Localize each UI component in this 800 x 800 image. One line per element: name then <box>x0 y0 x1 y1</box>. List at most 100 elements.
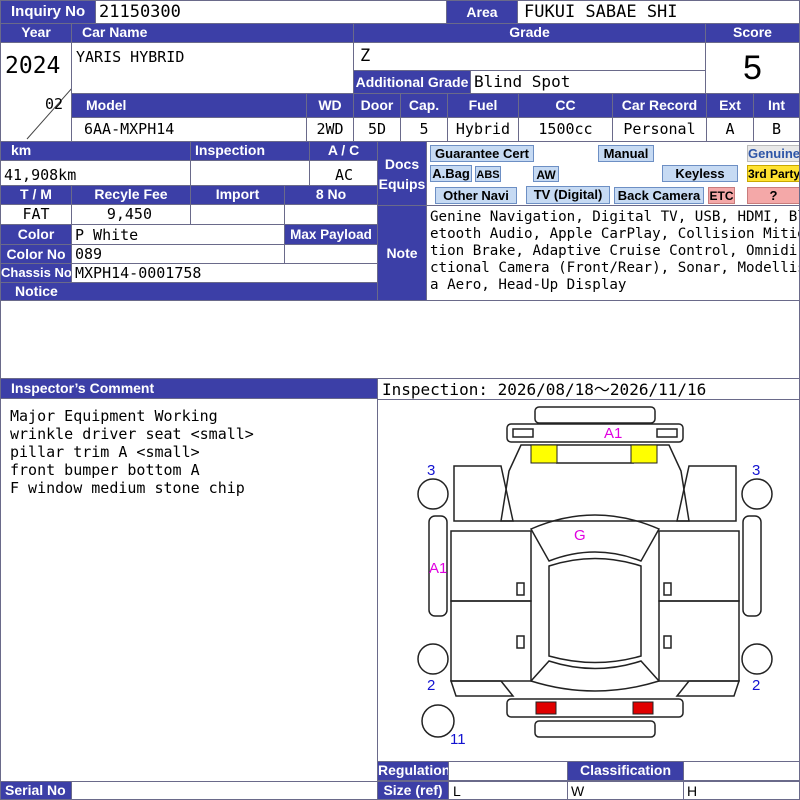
mark-2-left: 2 <box>427 677 436 694</box>
mark-11: 11 <box>450 731 466 748</box>
equip-genuine: Genuine <box>747 145 800 162</box>
month-value: 02 <box>45 95 64 113</box>
year-label: Year <box>0 23 72 43</box>
equip-guarantee-cert: Guarantee Cert <box>430 145 534 162</box>
serial-value <box>71 781 378 800</box>
grade-label: Grade <box>353 23 706 43</box>
equip-aw: AW <box>533 166 559 182</box>
area-value: FUKUI SABAE SHI <box>517 0 800 24</box>
mark-a1-front: A1 <box>604 425 623 442</box>
cap-label: Cap. <box>400 93 448 118</box>
max-payload-label: Max Payload <box>284 224 378 245</box>
color-value: P White <box>71 224 285 245</box>
tm-value: FAT <box>0 204 72 225</box>
note-line: ctional Camera (Front/Rear), Sonar, Mode… <box>430 260 800 276</box>
wd-label: WD <box>306 93 354 118</box>
notice-label: Notice <box>0 282 378 301</box>
recycle-label: Recyle Fee <box>71 185 191 205</box>
score-label: Score <box>705 23 800 43</box>
comment-line: pillar trim A <small> <box>10 443 200 461</box>
door-label: Door <box>353 93 401 118</box>
ext-label: Ext <box>706 93 754 118</box>
regulation-label: Regulation <box>377 761 449 781</box>
import-value <box>190 204 285 225</box>
ac-value: AC <box>309 160 378 186</box>
additional-grade-value: Blind Spot <box>470 70 706 94</box>
mark-g-roof: G <box>574 527 586 544</box>
max-payload-value <box>284 244 378 264</box>
score-value: 5 <box>705 42 800 94</box>
cap-value: 5 <box>400 117 448 142</box>
year-box: 2024 02 <box>0 42 72 142</box>
equip-other-navi: Other Navi <box>435 187 517 204</box>
door-value: 5D <box>353 117 401 142</box>
fuel-label: Fuel <box>447 93 519 118</box>
color-no-label: Color No <box>0 244 72 264</box>
equip-etc: ETC <box>708 187 735 204</box>
equip-third-party: 3rd Party <box>747 165 800 182</box>
inquiry-number: 21150300 <box>95 0 447 24</box>
docs-label-line1: Docs <box>384 156 420 172</box>
note-line: tion Brake, Adaptive Cruise Control, Omn… <box>430 243 800 259</box>
cc-value: 1500cc <box>518 117 613 142</box>
inspection-value <box>190 160 310 186</box>
grade-value: Z <box>353 42 706 71</box>
car-record-value: Personal <box>612 117 707 142</box>
inspection-period: Inspection: 2026/08/18〜2026/11/16 <box>377 378 800 400</box>
recycle-value: 9,450 <box>71 204 191 225</box>
equip-tv-digital: TV (Digital) <box>526 186 610 204</box>
size-h: H <box>683 781 800 800</box>
notice-area <box>0 300 800 379</box>
inspector-comment-text: Major Equipment Working wrinkle driver s… <box>0 398 378 782</box>
equipment-panel: Guarantee Cert Manual Genuine A.Bag ABS … <box>426 141 800 206</box>
note-line: Genine Navigation, Digital TV, USB, HDMI… <box>430 209 800 225</box>
cc-label: CC <box>518 93 613 118</box>
size-l: L <box>448 781 568 800</box>
car-diagram-panel: A1 G A1 3 3 2 2 11 <box>377 399 800 762</box>
color-label: Color <box>0 224 72 245</box>
equip-abs: ABS <box>475 166 501 182</box>
model-value: 6AA-MXPH14 <box>71 117 307 142</box>
size-w: W <box>567 781 684 800</box>
docs-label-line2: Equips <box>378 176 426 192</box>
docs-equips-label: Docs Equips <box>377 141 427 206</box>
size-label: Size (ref) <box>377 781 449 800</box>
car-name-label: Car Name <box>71 23 354 43</box>
chassis-label: Chassis No <box>0 263 72 283</box>
tm-label: T / M <box>0 185 72 205</box>
eight-no-value <box>284 204 378 225</box>
equip-keyless: Keyless <box>662 165 738 182</box>
note-line: etooth Audio, Apple CarPlay, Collision M… <box>430 226 800 242</box>
mark-3-right: 3 <box>752 462 761 479</box>
additional-grade-label: Additional Grade <box>353 70 471 94</box>
car-diagram <box>417 406 773 738</box>
car-record-label: Car Record <box>612 93 707 118</box>
equip-airbag: A.Bag <box>430 165 472 182</box>
int-value: B <box>753 117 800 142</box>
note-line: a Aero, Head-Up Display <box>430 277 627 293</box>
year-value: 2024 <box>5 53 61 79</box>
equip-manual: Manual <box>598 145 654 162</box>
eight-no-label: 8 No <box>284 185 378 205</box>
regulation-value <box>448 761 568 781</box>
classification-label: Classification <box>567 761 684 781</box>
chassis-value: MXPH14-0001758 <box>71 263 378 283</box>
fuel-value: Hybrid <box>447 117 519 142</box>
ext-value: A <box>706 117 754 142</box>
note-label: Note <box>377 205 427 301</box>
int-label: Int <box>753 93 800 118</box>
import-label: Import <box>190 185 285 205</box>
comment-line: front bumper bottom A <box>10 461 200 479</box>
car-name-value: YARIS HYBRID <box>71 42 354 94</box>
comment-line: F window medium stone chip <box>10 479 245 497</box>
area-label: Area <box>446 0 518 24</box>
km-label: km <box>0 141 191 161</box>
equip-unknown: ? <box>747 187 799 204</box>
classification-value <box>683 761 800 781</box>
comment-line: Major Equipment Working <box>10 407 218 425</box>
note-text: Genine Navigation, Digital TV, USB, HDMI… <box>426 205 800 301</box>
mark-2-right: 2 <box>752 677 761 694</box>
ac-label: A / C <box>309 141 378 161</box>
color-no-value: 089 <box>71 244 285 264</box>
inspection-label: Inspection <box>190 141 310 161</box>
